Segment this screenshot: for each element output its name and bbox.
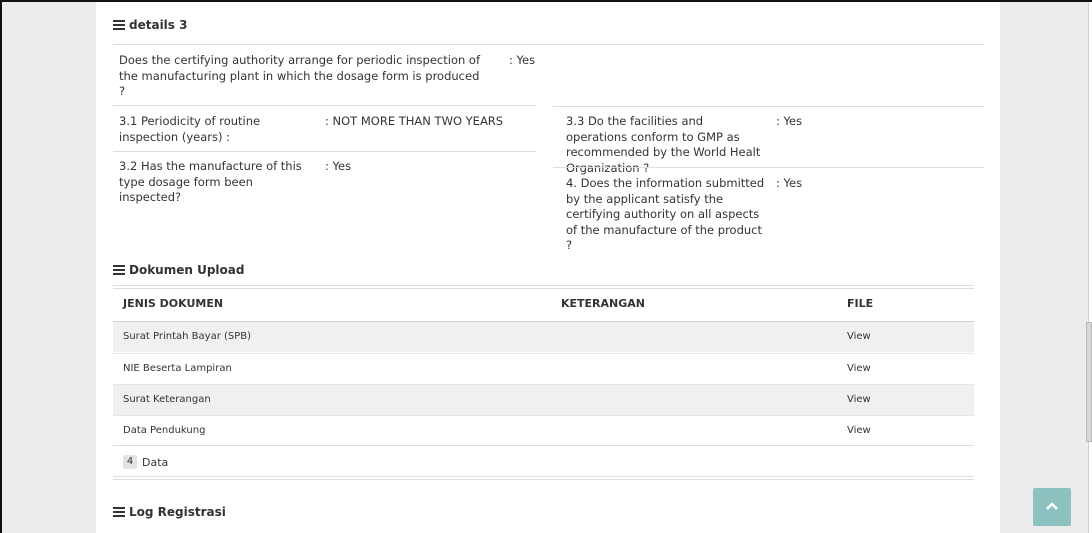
right-gutter: [1000, 2, 1088, 533]
divider: [553, 106, 984, 107]
list-icon: [113, 265, 125, 275]
table-row: Surat Keterangan View: [113, 384, 974, 415]
table-bottom-border: [113, 479, 974, 480]
divider: [113, 445, 974, 446]
view-link[interactable]: View: [847, 394, 871, 405]
divider: [553, 167, 984, 168]
table-row: NIE Beserta Lampiran View: [113, 353, 974, 384]
cell-jenis: Surat Printah Bayar (SPB): [123, 331, 252, 342]
view-link[interactable]: View: [847, 363, 871, 374]
view-link[interactable]: View: [847, 425, 871, 436]
scrollbar-track[interactable]: [1088, 2, 1092, 533]
list-icon: [113, 20, 125, 30]
question-4: 4. Does the information submitted by the…: [566, 176, 765, 252]
list-icon: [113, 507, 125, 517]
section-title-log: Log Registrasi: [113, 505, 226, 519]
scrollbar-thumb[interactable]: [1086, 322, 1092, 442]
count-badge: 4: [123, 455, 137, 469]
scroll-to-top-button[interactable]: [1033, 488, 1071, 526]
cell-jenis: Surat Keterangan: [123, 394, 211, 405]
answer-periodic-inspection: : Yes: [509, 53, 536, 67]
table-top-border: [113, 285, 974, 286]
left-gutter: [2, 2, 96, 533]
table-bottom-border: [113, 476, 974, 477]
divider: [113, 105, 536, 106]
answer-3-3: : Yes: [776, 114, 803, 128]
answer-3-1: : NOT MORE THAN TWO YEARS: [325, 114, 504, 128]
answer-4: : Yes: [776, 176, 803, 190]
section-title-details3: details 3: [113, 18, 187, 32]
question-3-1: 3.1 Periodicity of routine inspection (y…: [119, 114, 261, 144]
answer-3-2: : Yes: [325, 159, 352, 173]
question-periodic-inspection: Does the certifying authority arrange fo…: [119, 53, 481, 98]
question-3-2: 3.2 Has the manufacture of this type dos…: [119, 159, 302, 204]
divider: [113, 44, 984, 45]
divider: [113, 151, 536, 152]
cell-jenis: Data Pendukung: [123, 425, 206, 436]
column-header-file: FILE: [847, 297, 874, 310]
table-top-border: [113, 288, 974, 289]
column-header-keterangan: KETERANGAN: [561, 297, 645, 310]
cell-jenis: NIE Beserta Lampiran: [123, 363, 232, 374]
column-header-jenis: JENIS DOKUMEN: [123, 297, 224, 310]
view-link[interactable]: View: [847, 331, 871, 342]
table-row: Data Pendukung View: [113, 415, 974, 446]
section-title-dokumen: Dokumen Upload: [113, 263, 244, 277]
table-row: Surat Printah Bayar (SPB) View: [113, 322, 974, 352]
count-label: Data: [142, 456, 169, 469]
chevron-up-icon: [1046, 502, 1058, 510]
